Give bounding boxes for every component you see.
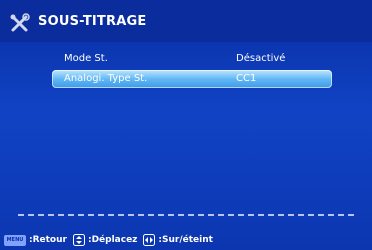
menu-item-label: Mode St. <box>64 53 108 64</box>
menu-item-subtitle-mode[interactable]: Mode St. Désactivé <box>52 50 332 68</box>
menu-item-label: Analogi. Type St. <box>64 73 148 84</box>
footer-hints: MENU :Retour :Déplacez :Sur/éteint <box>4 232 216 248</box>
menu-key-icon: MENU <box>4 234 26 246</box>
menu-item-analog-subtitle-type[interactable]: Analogi. Type St. CC1 <box>52 70 332 88</box>
up-down-arrow-icon <box>72 234 85 246</box>
toggle-hint: :Sur/éteint <box>158 235 213 245</box>
left-right-arrow-icon <box>143 234 156 246</box>
back-hint: :Retour <box>29 235 67 245</box>
menu-item-value: CC1 <box>236 73 257 84</box>
tools-icon <box>10 13 30 32</box>
move-hint: :Déplacez <box>87 235 138 245</box>
osd-screen: SOUS-TITRAGE Mode St. Désactivé Analogi.… <box>0 0 372 250</box>
osd-header: SOUS-TITRAGE <box>0 0 372 42</box>
menu-item-value: Désactivé <box>236 53 286 64</box>
page-title: SOUS-TITRAGE <box>38 14 147 29</box>
footer-divider <box>18 214 354 216</box>
